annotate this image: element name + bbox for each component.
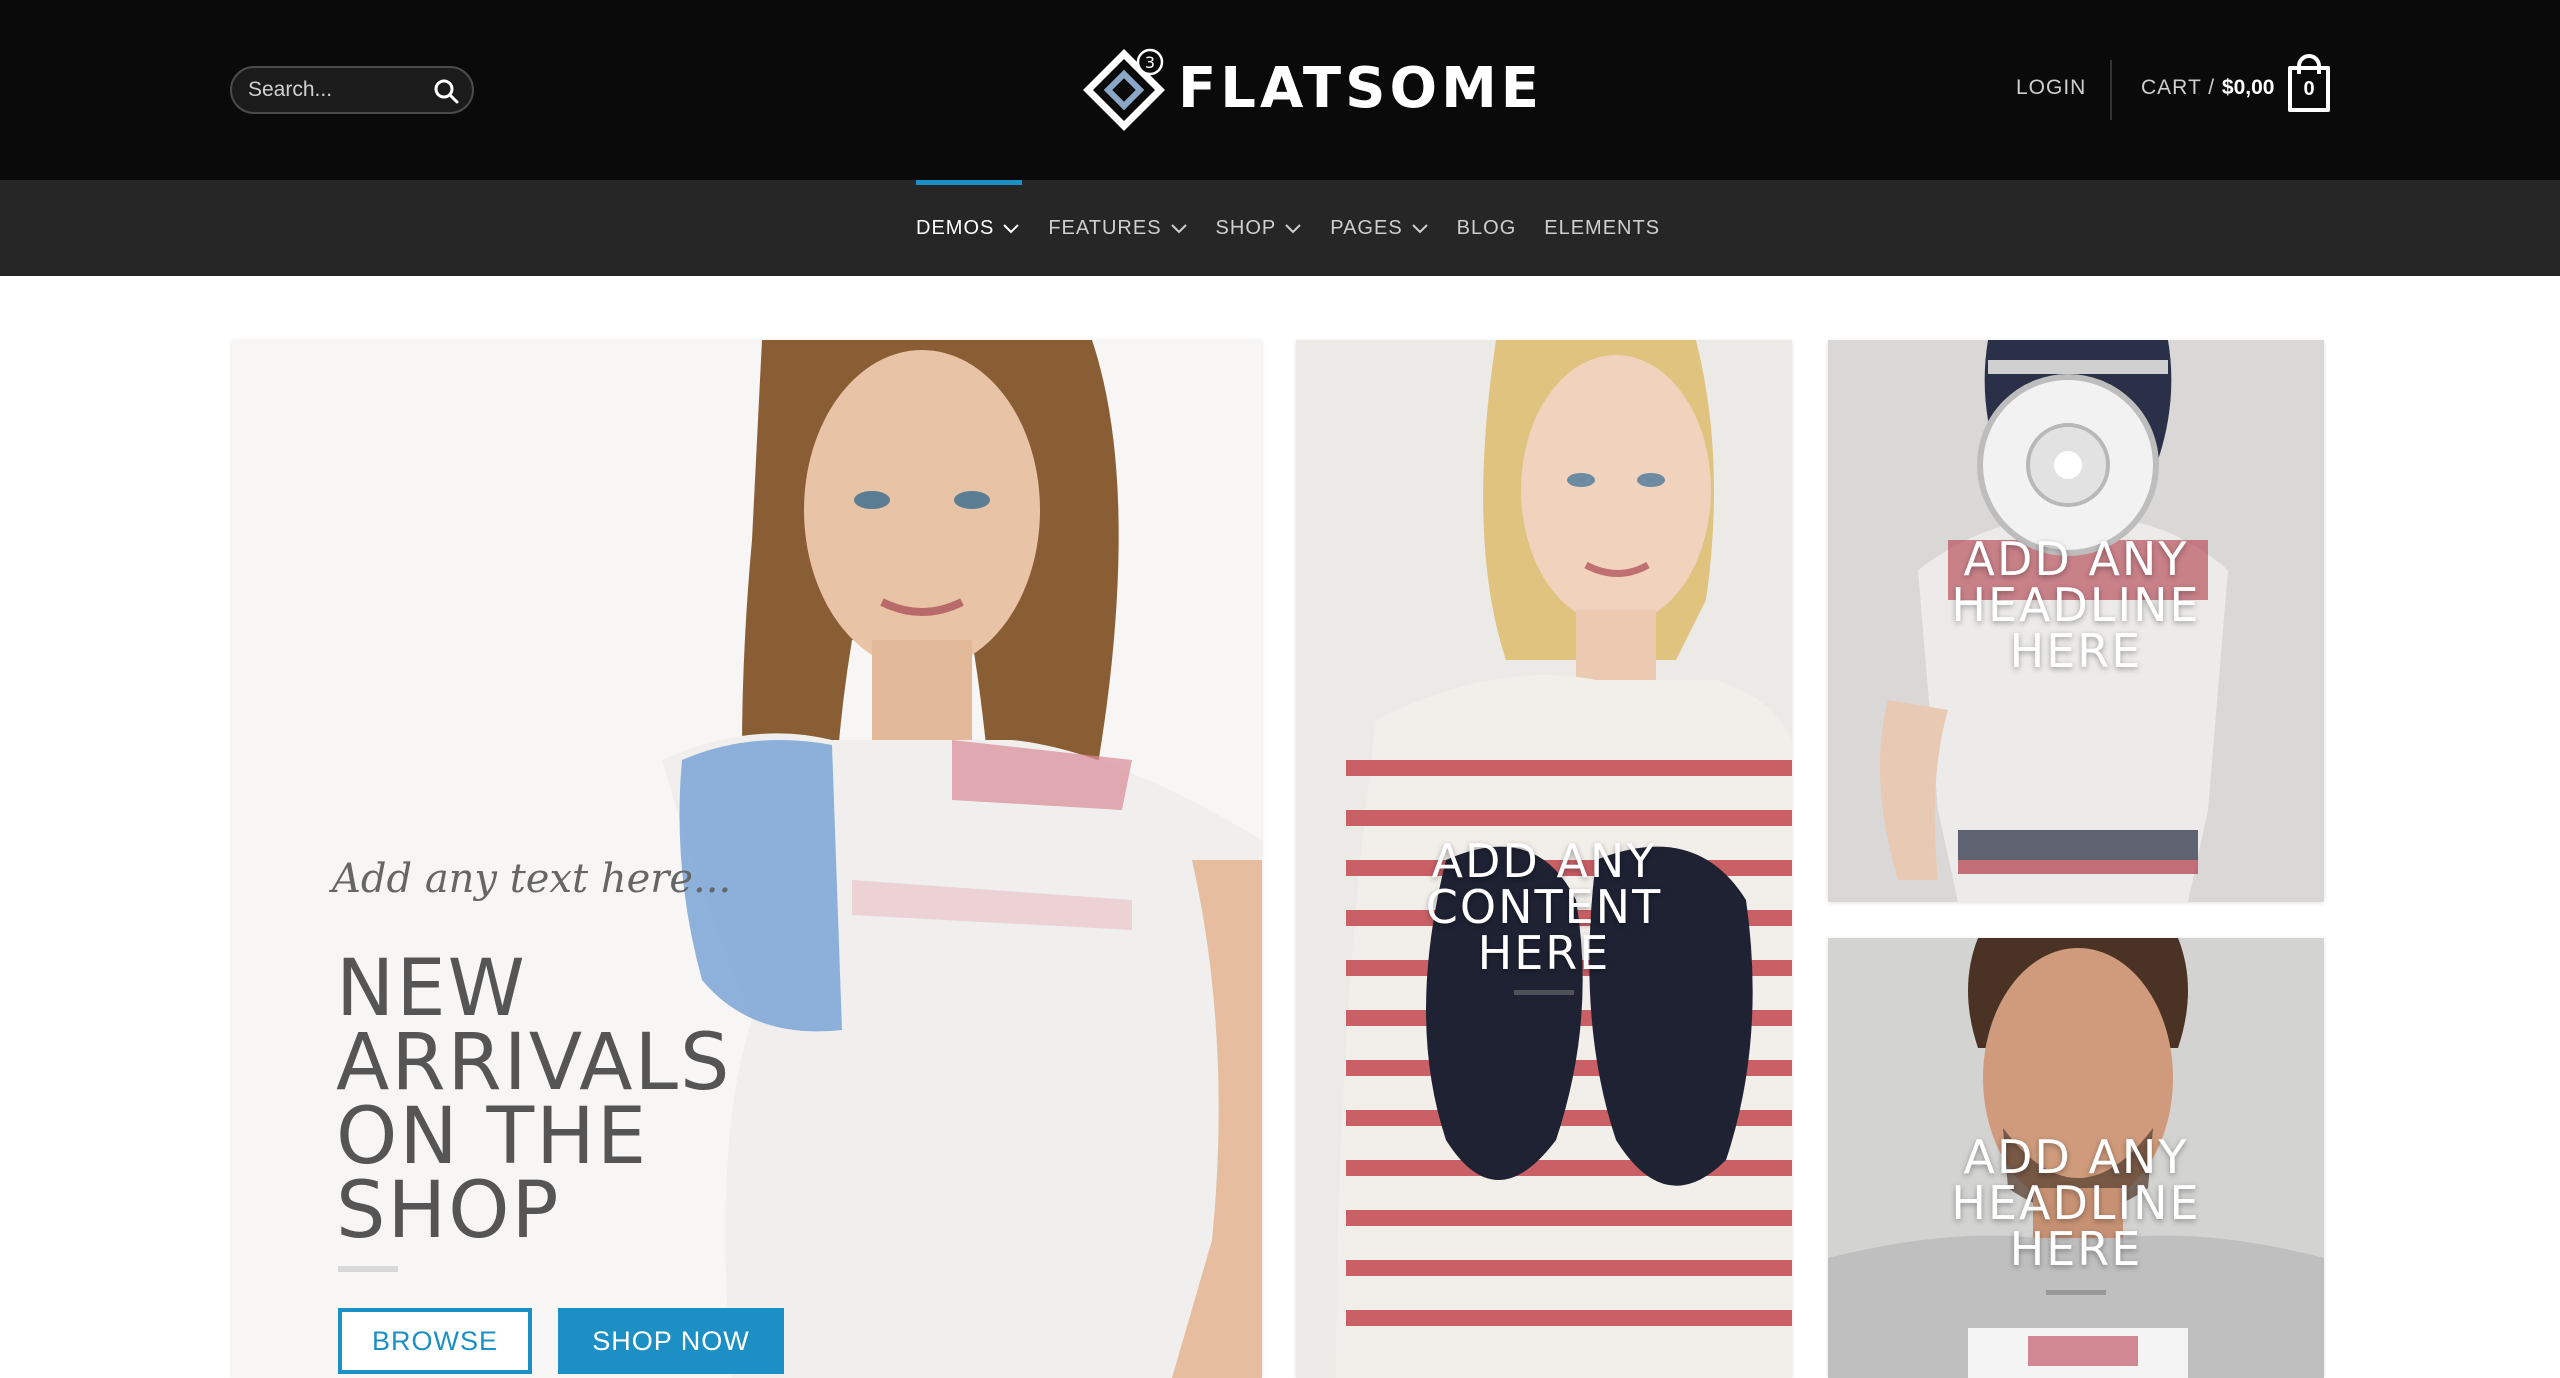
flatsome-logo-icon: 3 — [1083, 48, 1165, 131]
nav-label: ELEMENTS — [1544, 216, 1661, 239]
content-overlay-text: ADD ANY CONTENT HERE — [1394, 838, 1694, 976]
chevron-down-icon — [1170, 224, 1187, 234]
nav-label: BLOG — [1456, 216, 1517, 239]
search-input[interactable] — [248, 76, 428, 104]
overlay-line: HEADLINE — [1951, 1176, 2201, 1230]
hero-title-line: NEW — [336, 944, 527, 1034]
cart-bag-icon[interactable]: 0 — [2288, 54, 2330, 112]
hero-title: NEW ARRIVALS ON THE SHOP — [336, 944, 816, 1256]
overlay-line: ADD ANY — [1963, 532, 2189, 586]
hero-title-line: ARRIVALS — [336, 1018, 732, 1108]
overlay-divider — [2046, 1290, 2106, 1295]
hero-title-line: SHOP — [336, 1166, 561, 1256]
shop-now-button[interactable]: SHOP NOW — [558, 1308, 784, 1374]
overlay-divider — [1514, 990, 1574, 995]
logo-version: 3 — [1145, 53, 1155, 72]
headline-banner-top[interactable]: ADD ANY HEADLINE HERE — [1828, 340, 2324, 902]
logo-text: FLATSOME — [1178, 56, 1544, 121]
overlay-line: ADD ANY — [1431, 834, 1657, 888]
search-box[interactable] — [230, 66, 474, 114]
chevron-down-icon — [1411, 224, 1428, 234]
hero-title-line: ON THE — [336, 1092, 649, 1182]
overlay-line: CONTENT — [1425, 880, 1663, 934]
cart-link[interactable]: CART / $0,00 — [2141, 76, 2274, 100]
nav-label: DEMOS — [916, 216, 995, 239]
hero-tagline: Add any text here... — [332, 856, 732, 902]
headline-overlay-text: ADD ANY HEADLINE HERE — [1896, 1134, 2256, 1272]
headline-overlay-text: ADD ANY HEADLINE HERE — [1896, 536, 2256, 674]
cart-label: CART / — [2141, 76, 2216, 99]
nav-item-blog[interactable]: BLOG — [1457, 180, 1517, 276]
main-nav-bar: DEMOS FEATURES SHOP PAGES BLOG ELEMENTS — [0, 180, 2560, 276]
header-divider — [2110, 60, 2112, 120]
overlay-line: HERE — [2009, 1222, 2143, 1276]
chevron-down-icon — [1003, 224, 1020, 234]
nav-item-demos[interactable]: DEMOS — [916, 180, 1023, 276]
content-banner[interactable]: ADD ANY CONTENT HERE — [1296, 340, 1792, 1378]
nav-item-elements[interactable]: ELEMENTS — [1544, 180, 1660, 276]
site-logo[interactable]: 3 FLATSOME — [1078, 44, 1539, 136]
top-header: 3 FLATSOME LOGIN CART / $0,00 0 — [0, 0, 2560, 180]
title-divider — [338, 1266, 398, 1272]
chevron-down-icon — [1285, 224, 1301, 234]
overlay-line: HEADLINE — [1951, 578, 2201, 632]
main-nav: DEMOS FEATURES SHOP PAGES BLOG ELEMENTS — [916, 180, 1688, 276]
headline-banner-bottom[interactable]: ADD ANY HEADLINE HERE — [1828, 938, 2324, 1378]
search-icon[interactable] — [432, 77, 460, 105]
nav-item-pages[interactable]: PAGES — [1330, 180, 1428, 276]
nav-label: FEATURES — [1048, 216, 1162, 239]
overlay-line: HERE — [2009, 624, 2143, 678]
cart-count: 0 — [2303, 78, 2315, 100]
overlay-line: HERE — [1477, 926, 1611, 980]
login-link[interactable]: LOGIN — [2016, 76, 2086, 100]
nav-item-features[interactable]: FEATURES — [1048, 180, 1187, 276]
nav-item-shop[interactable]: SHOP — [1216, 180, 1303, 276]
overlay-line: ADD ANY — [1963, 1130, 2189, 1184]
cart-amount: $0,00 — [2221, 76, 2275, 99]
browse-button[interactable]: BROWSE — [338, 1308, 532, 1374]
nav-label: PAGES — [1330, 216, 1403, 239]
hero-banner[interactable]: Add any text here... NEW ARRIVALS ON THE… — [232, 340, 1262, 1378]
nav-label: SHOP — [1215, 216, 1277, 239]
